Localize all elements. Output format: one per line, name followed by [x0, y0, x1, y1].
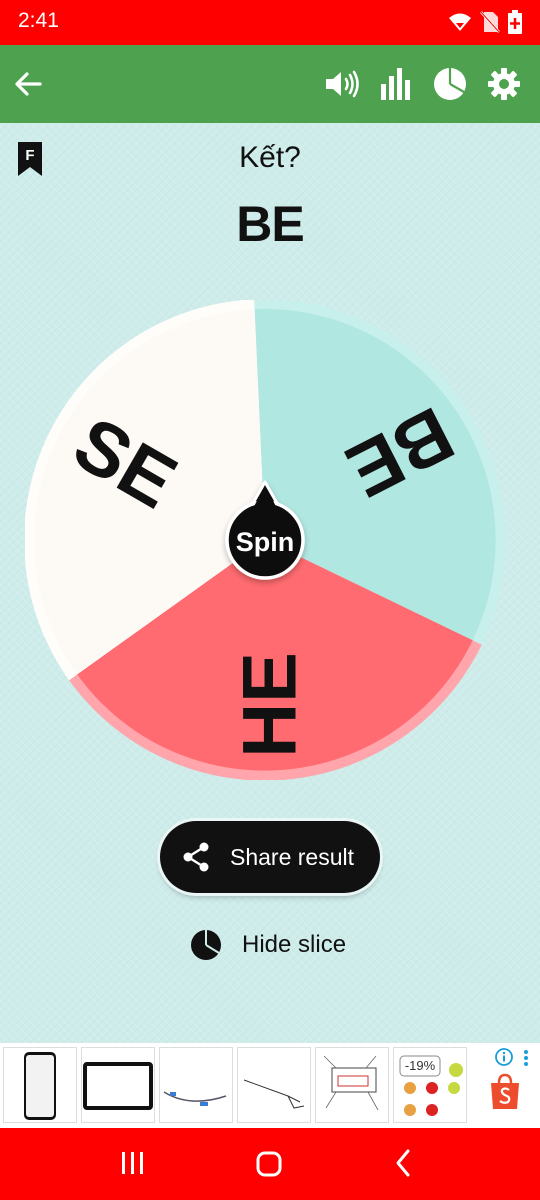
main-area: F Kết? BE BE HE SE Spin Share result Hid… [0, 123, 540, 1043]
recent-apps-button[interactable] [118, 1150, 148, 1180]
hide-slice-label: Hide slice [242, 931, 347, 958]
wire-image [243, 1079, 305, 1109]
phone-screen-image [24, 1052, 56, 1120]
nav-back-button[interactable] [392, 1148, 414, 1182]
ad-thumb-wire[interactable] [237, 1047, 311, 1123]
cable-image [163, 1091, 227, 1106]
slice-label-he: HE [228, 652, 313, 758]
no-sim-icon [480, 11, 500, 33]
parts-diagram-image [323, 1055, 379, 1111]
ad-thumb-tablet-frame[interactable] [81, 1047, 155, 1123]
result-text: BE [236, 196, 304, 252]
home-button[interactable] [255, 1150, 283, 1182]
status-time: 2:41 [18, 9, 59, 32]
pie-chart-icon [434, 68, 466, 100]
status-bar: 2:41 [0, 0, 540, 45]
ad-thumb-cookware[interactable]: -19% [393, 1047, 467, 1123]
arrow-left-icon [15, 72, 42, 96]
question-text: Kết? [239, 141, 301, 174]
spin-label: Spin [236, 527, 295, 557]
status-icons [448, 10, 522, 34]
system-nav-bar [0, 1128, 540, 1200]
app-bar [0, 45, 540, 123]
tablet-frame-image [83, 1062, 153, 1110]
stats-button[interactable] [376, 64, 416, 104]
spin-wheel[interactable]: BE HE SE Spin [25, 300, 515, 780]
volume-icon [326, 70, 359, 98]
shopping-bag-icon [491, 1073, 519, 1109]
share-icon [183, 842, 209, 872]
ad-thumb-diagram[interactable] [315, 1047, 389, 1123]
ad-info-button[interactable] [495, 1048, 513, 1070]
more-vert-icon [524, 1050, 528, 1066]
sound-button[interactable] [322, 64, 362, 104]
settings-icon [488, 68, 520, 100]
ad-banner[interactable]: -19% [0, 1043, 540, 1128]
share-result-label: Share result [230, 843, 355, 870]
stats-icon [381, 68, 410, 100]
hide-slice-button[interactable]: Hide slice [190, 929, 346, 961]
cookware-image: -19% [399, 1055, 463, 1116]
slices-button[interactable] [430, 64, 470, 104]
ad-thumb-phone-screen[interactable] [3, 1047, 77, 1123]
settings-button[interactable] [484, 64, 524, 104]
pie-chart-icon [191, 930, 221, 960]
chevron-left-icon [396, 1149, 410, 1177]
wifi-icon [449, 13, 471, 31]
recent-apps-icon [122, 1152, 143, 1174]
battery-icon [508, 10, 522, 34]
home-icon [256, 1151, 282, 1177]
info-icon [495, 1048, 513, 1066]
ad-thumb-cable[interactable] [159, 1047, 233, 1123]
back-button[interactable] [8, 64, 48, 104]
discount-label: -19% [405, 1058, 436, 1073]
share-result-button[interactable]: Share result [160, 821, 380, 893]
ad-menu-button[interactable] [522, 1049, 530, 1071]
shopee-logo[interactable] [488, 1073, 522, 1115]
